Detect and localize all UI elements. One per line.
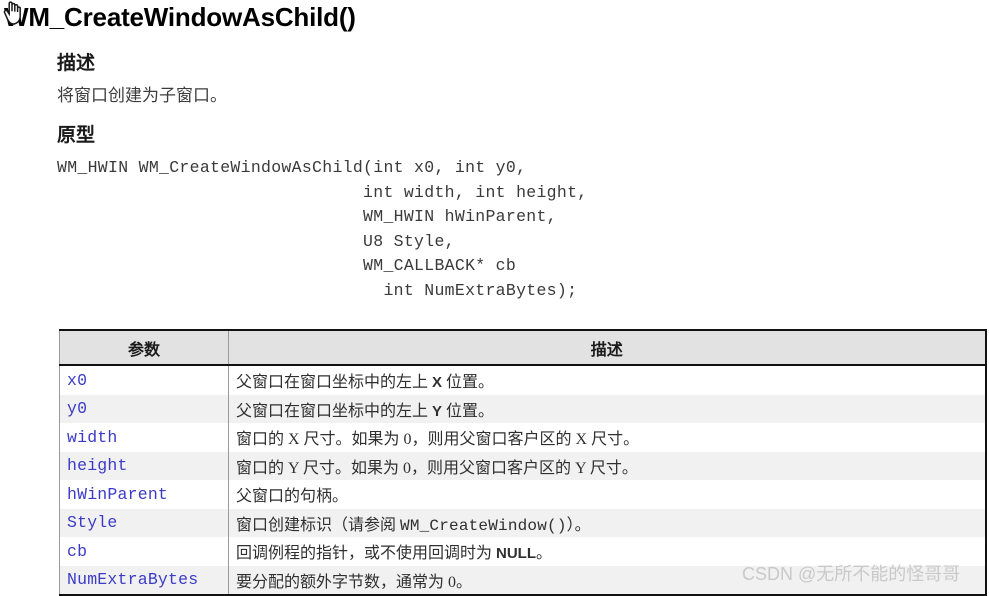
- table-row: x0 父窗口在窗口坐标中的左上 X 位置。: [59, 365, 986, 395]
- parameter-name-cell: width: [59, 423, 229, 452]
- parameter-name-cell: NumExtraBytes: [59, 565, 229, 595]
- table-row: Style 窗口创建标识（请参阅 WM_CreateWindow()）。: [59, 508, 986, 538]
- parameter-description-cell: 窗口的 X 尺寸。如果为 0，则用父窗口客户区的 X 尺寸。: [229, 423, 986, 452]
- parameter-description-cell: 父窗口的句柄。: [229, 480, 986, 509]
- parameter-name: cb: [67, 541, 88, 561]
- document-page: WM_CreateWindowAsChild() 描述 将窗口创建为子窗口。 原…: [0, 0, 989, 596]
- parameter-description-cell: 回调例程的指针，或不使用回调时为 NULL。: [229, 537, 986, 566]
- parameter-name-cell: height: [59, 451, 229, 480]
- parameter-name-cell: cb: [59, 537, 229, 566]
- column-header-description: 描述: [228, 330, 986, 366]
- parameter-name: x0: [67, 370, 88, 390]
- parameter-name: Style: [67, 513, 118, 533]
- parameter-name: y0: [67, 399, 88, 419]
- parameter-name: hWinParent: [67, 484, 169, 504]
- parameter-table: 参数 描述 x0 父窗口在窗口坐标中的左上 X 位置。 y0 父窗口在窗口坐标中的左上…: [59, 329, 987, 596]
- column-header-parameter: 参数: [59, 330, 229, 366]
- parameter-name-cell: Style: [59, 508, 229, 537]
- parameter-description: 父窗口在窗口坐标中的左上 X 位置。: [236, 374, 495, 392]
- table-row: y0 父窗口在窗口坐标中的左上 Y 位置。: [59, 394, 986, 424]
- parameter-description: 窗口创建标识（请参阅 WM_CreateWindow()）。: [236, 516, 591, 535]
- page-title: WM_CreateWindowAsChild(): [4, 2, 356, 32]
- prototype-code-block: WM_HWIN WM_CreateWindowAsChild(int x0, i…: [57, 158, 588, 300]
- section-heading-description: 描述: [57, 53, 96, 74]
- parameter-description-cell: 父窗口在窗口坐标中的左上 X 位置。: [229, 365, 986, 395]
- description-body: 将窗口创建为子窗口。: [57, 86, 227, 105]
- section-heading-prototype: 原型: [57, 125, 96, 146]
- parameter-name-cell: y0: [59, 394, 229, 423]
- parameter-name: width: [67, 427, 118, 447]
- table-row: width 窗口的 X 尺寸。如果为 0，则用父窗口客户区的 X 尺寸。: [59, 423, 986, 452]
- table-row: cb 回调例程的指针，或不使用回调时为 NULL。: [59, 537, 986, 566]
- parameter-description-cell: 窗口的 Y 尺寸。如果为 0，则用父窗口客户区的 Y 尺寸。: [229, 452, 986, 481]
- parameter-description: 窗口的 X 尺寸。如果为 0，则用父窗口客户区的 X 尺寸。: [236, 431, 640, 449]
- parameter-name-cell: x0: [59, 365, 229, 395]
- parameter-name: height: [67, 456, 128, 476]
- parameter-description-cell: 窗口创建标识（请参阅 WM_CreateWindow()）。: [229, 509, 986, 538]
- parameter-description: 父窗口的句柄。: [236, 488, 349, 506]
- table-row: hWinParent 父窗口的句柄。: [59, 480, 986, 509]
- table-header-row: 参数 描述: [59, 330, 986, 366]
- parameter-description: 窗口的 Y 尺寸。如果为 0，则用父窗口客户区的 Y 尺寸。: [236, 459, 638, 477]
- parameter-name-cell: hWinParent: [59, 480, 229, 509]
- parameter-description: 父窗口在窗口坐标中的左上 Y 位置。: [236, 402, 495, 420]
- parameter-description-cell: 父窗口在窗口坐标中的左上 Y 位置。: [229, 395, 986, 424]
- parameter-name: NumExtraBytes: [67, 570, 199, 590]
- table-row: height 窗口的 Y 尺寸。如果为 0，则用父窗口客户区的 Y 尺寸。: [59, 451, 986, 481]
- parameter-description: 回调例程的指针，或不使用回调时为 NULL。: [236, 545, 553, 563]
- csdn-watermark: CSDN @无所不能的怪哥哥: [742, 564, 961, 584]
